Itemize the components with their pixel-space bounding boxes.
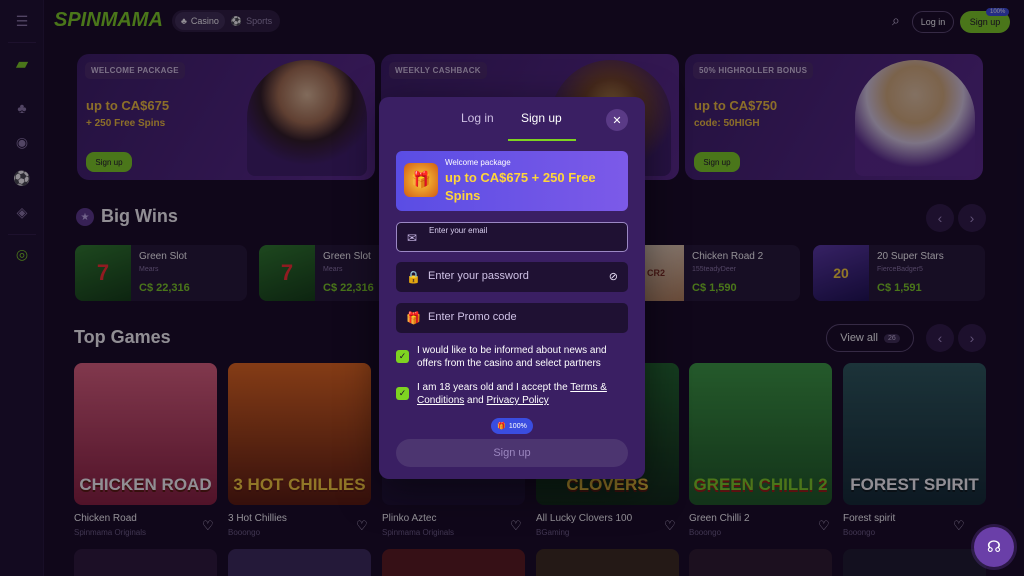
auth-modal: Log in Sign up ✕ 🎁 Welcome package up to… (379, 97, 645, 479)
email-field[interactable]: ✉ Enter your email (396, 222, 628, 252)
news-checkbox[interactable]: ✓ (396, 350, 409, 363)
news-consent-text: I would like to be informed about news a… (417, 345, 607, 369)
headset-icon: ☊ (986, 539, 1002, 556)
signup-submit-button[interactable]: Sign up (396, 439, 628, 467)
eye-off-icon[interactable]: ⊘ (609, 270, 618, 283)
password-field[interactable]: 🔒 Enter your password ⊘ (396, 262, 628, 292)
support-chat-button[interactable]: ☊ (974, 527, 1014, 567)
privacy-link[interactable]: Privacy Policy (487, 395, 549, 406)
gift-icon: 🎁 (497, 423, 506, 430)
bonus-badge: 🎁 100% (491, 418, 533, 434)
welcome-value: up to CA$675 + 250 Free Spins (445, 170, 596, 203)
welcome-label: Welcome package (445, 158, 511, 167)
age-consent-text: I am 18 years old and I accept the Terms… (417, 381, 629, 407)
tab-signup[interactable]: Sign up (521, 111, 562, 125)
age-text: and (464, 395, 487, 406)
promo-placeholder: Enter Promo code (428, 311, 517, 323)
age-checkbox[interactable]: ✓ (396, 387, 409, 400)
bonus-badge-label: 100% (508, 422, 527, 430)
active-tab-indicator (508, 139, 576, 141)
email-placeholder: Enter your email (429, 226, 488, 235)
close-icon[interactable]: ✕ (606, 109, 628, 131)
welcome-package-banner: 🎁 Welcome package up to CA$675 + 250 Fre… (396, 151, 628, 211)
lock-icon: 🔒 (406, 270, 421, 284)
gift-icon: 🎁 (404, 163, 438, 197)
gift-icon: 🎁 (406, 311, 421, 325)
password-placeholder: Enter your password (428, 270, 529, 282)
promo-code-field[interactable]: 🎁 Enter Promo code (396, 303, 628, 333)
age-text: I am 18 years old and I accept the (417, 382, 571, 393)
tab-login[interactable]: Log in (461, 111, 494, 125)
mail-icon: ✉ (407, 231, 418, 245)
